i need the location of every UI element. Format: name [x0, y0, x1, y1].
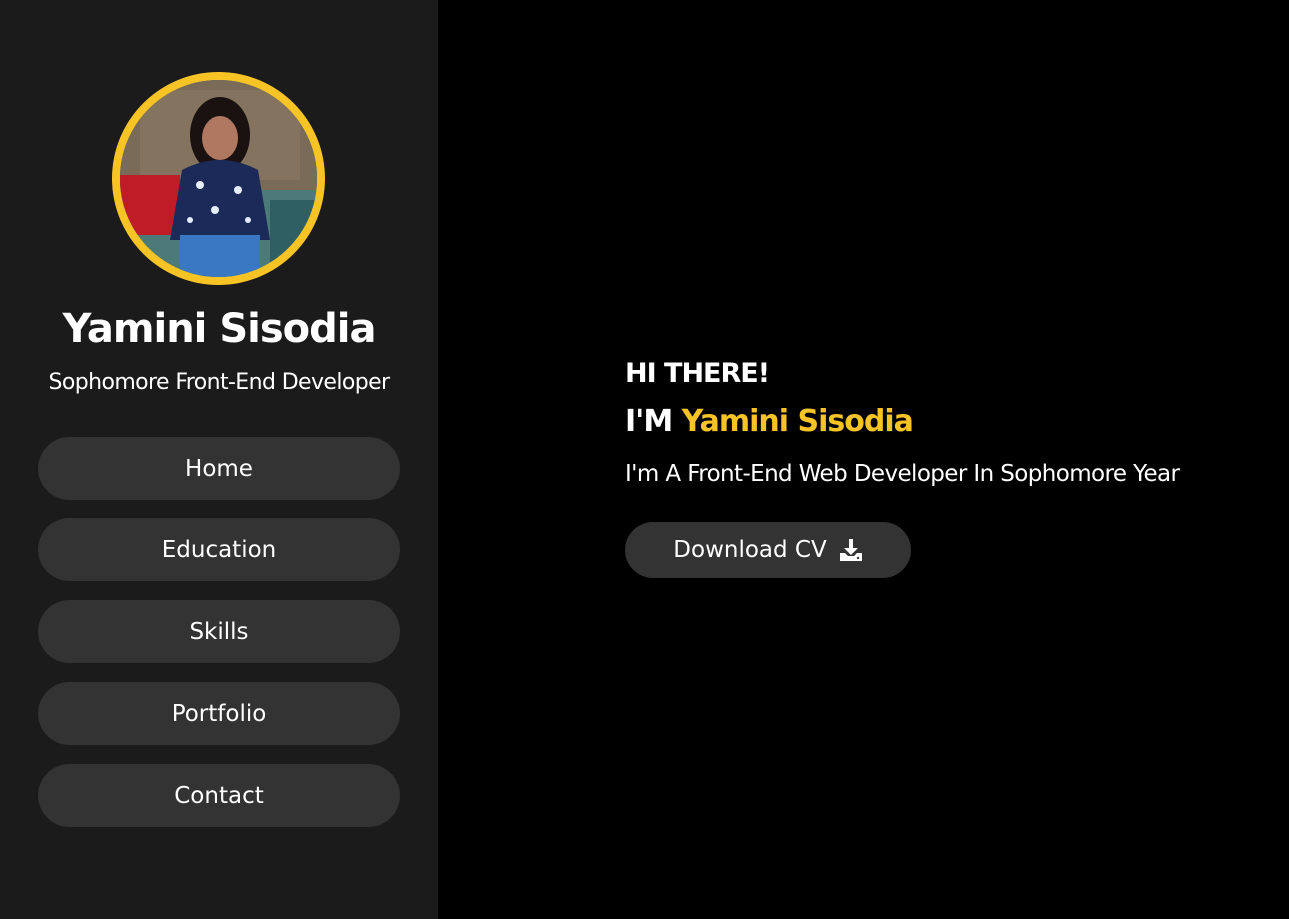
hero-greeting: HI THERE! — [625, 358, 770, 389]
hero-intro: I'M Yamini Sisodia — [625, 404, 914, 440]
nav-portfolio-button[interactable]: Portfolio — [38, 682, 400, 745]
hero-intro-name: Yamini Sisodia — [681, 404, 914, 439]
nav-skills-button[interactable]: Skills — [38, 600, 400, 663]
nav-education-button[interactable]: Education — [38, 518, 400, 581]
hero-tagline: I'm A Front-End Web Developer In Sophomo… — [625, 461, 1180, 487]
hero-section: HI THERE! I'M Yamini Sisodia I'm A Front… — [438, 0, 1289, 919]
hero-intro-prefix: I'M — [625, 404, 682, 439]
avatar — [120, 80, 317, 277]
download-icon — [839, 538, 863, 562]
profile-role: Sophomore Front-End Developer — [48, 370, 391, 395]
avatar-photo — [120, 80, 317, 277]
download-cv-label: Download CV — [673, 537, 827, 563]
nav-contact-button[interactable]: Contact — [38, 764, 400, 827]
download-cv-button[interactable]: Download CV — [625, 522, 911, 578]
sidebar: Yamini Sisodia Sophomore Front-End Devel… — [0, 0, 438, 919]
avatar-ring — [112, 72, 325, 285]
nav-home-button[interactable]: Home — [38, 437, 400, 500]
portfolio-page: Yamini Sisodia Sophomore Front-End Devel… — [0, 0, 1289, 919]
profile-name: Yamini Sisodia — [62, 306, 377, 352]
